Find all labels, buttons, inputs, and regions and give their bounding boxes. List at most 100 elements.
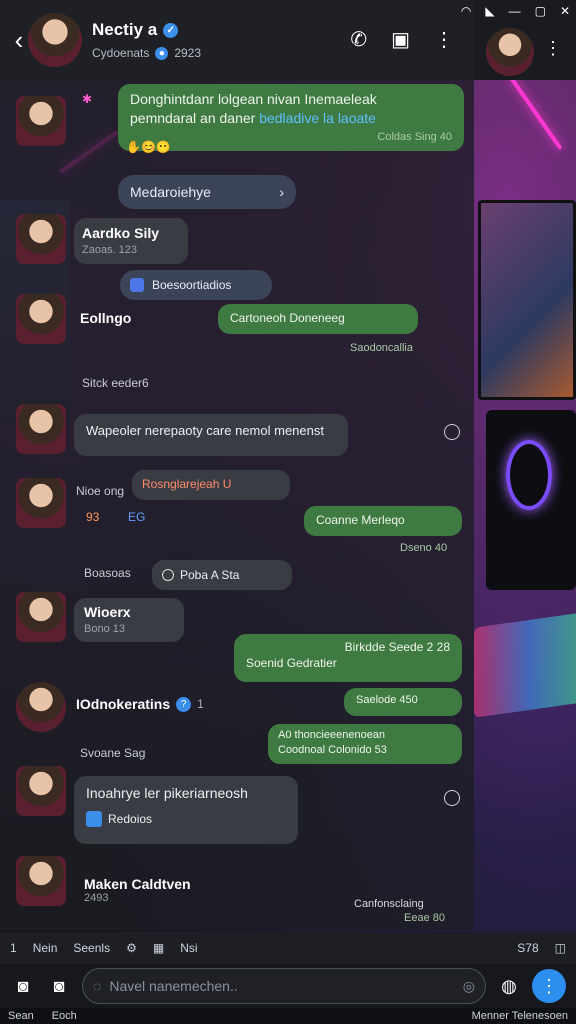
strip-label: Sean: [8, 1010, 34, 1022]
close-icon[interactable]: ✕: [560, 4, 570, 18]
system-note: Svoane Sag: [80, 746, 146, 760]
clock-icon: [162, 569, 174, 581]
maximize-icon[interactable]: ▢: [535, 4, 546, 18]
phone-icon[interactable]: ✆: [350, 30, 367, 50]
message-meta: Canfonsclaing: [354, 898, 424, 910]
verified-icon: ✓: [163, 22, 179, 38]
message-incoming[interactable]: Poba A Sta: [152, 560, 292, 590]
avatar[interactable]: [16, 682, 66, 732]
system-note: Nioe ong: [76, 484, 125, 498]
message-meta: Saodoncallia: [350, 342, 413, 354]
avatar[interactable]: [16, 592, 66, 642]
avatar[interactable]: [28, 13, 82, 67]
message-incoming[interactable]: Inoahrye ler pikeriarneosh Redoios: [74, 776, 298, 844]
avatar[interactable]: [16, 856, 66, 906]
sender-name: Wioerx: [84, 604, 131, 620]
tab-count[interactable]: 1: [10, 941, 17, 955]
chat-subtitle: Cydoenats: [92, 46, 150, 60]
message-outgoing[interactable]: Cartoneoh Doneneeg: [218, 304, 418, 334]
members-icon: ●: [155, 46, 169, 60]
sender-name: Maken Caldtven: [84, 876, 191, 892]
video-call-icon[interactable]: ▣: [391, 30, 410, 50]
wifi-icon: ◠: [460, 4, 472, 18]
avatar[interactable]: [16, 96, 66, 146]
emoji-icon[interactable]: ◎: [463, 978, 475, 995]
message-outgoing[interactable]: Coanne Merleqo: [304, 506, 462, 536]
forward-pill[interactable]: Medaroiehye ›: [118, 175, 296, 209]
right-panel-top: ◠ ◣ — ▢ ✕ ⋮: [461, 0, 576, 80]
sender-name: IOdnokeratins: [76, 696, 171, 712]
message-link[interactable]: bedladive la laoate: [259, 110, 376, 126]
sender-name: Eollngo: [80, 310, 132, 326]
background-keyboard: [474, 612, 576, 718]
message-incoming[interactable]: Rosnglarejeah U: [132, 470, 290, 500]
message-text: Donghintdanr lolgean nivan Inemaeleak: [130, 91, 377, 107]
tab-list[interactable]: Nsi: [180, 941, 197, 955]
member-count: 2923: [174, 46, 202, 60]
message-incoming[interactable]: IOdnokeratins ? 1: [76, 696, 204, 712]
check-icon: [86, 810, 102, 827]
minimize-icon[interactable]: —: [509, 4, 521, 18]
sticker-icon[interactable]: ◍: [496, 973, 522, 999]
chevron-right-icon: ›: [279, 183, 284, 200]
message-meta: Zaoas. 123: [82, 243, 138, 256]
message-meta: Saelode 450: [356, 694, 418, 706]
avatar[interactable]: [486, 28, 534, 76]
input-placeholder: Navel nanemechen..: [109, 978, 238, 994]
message-text: Birkdde Seede 2 28: [344, 640, 450, 654]
window-icon[interactable]: ◫: [555, 941, 566, 955]
signal-icon: ◣: [485, 4, 495, 18]
message-incoming[interactable]: Aardko Sily Zaoas. 123: [74, 218, 188, 264]
chat-screen: ‹ Nectiy a ✓ Cydoenats ● 2923 ✆ ▣ ⋮ ◠ ◣ — ▢…: [0, 0, 576, 1024]
tab-search[interactable]: Seenls: [73, 941, 110, 955]
avatar[interactable]: [16, 404, 66, 454]
strip-label: Menner Telenesoen: [471, 1010, 568, 1022]
message-meta: 2493: [84, 892, 109, 904]
camera-icon[interactable]: ◙: [10, 973, 36, 999]
message-outgoing[interactable]: Birkdde Seede 2 28 Soenid Gedratier: [234, 634, 462, 682]
message-input[interactable]: ◌ Navel nanemechen.. ◎: [82, 968, 486, 1004]
chat-title-block[interactable]: Nectiy a ✓ Cydoenats ● 2923: [92, 20, 201, 60]
attach-icon[interactable]: ◌: [93, 978, 101, 994]
status-bar: ◠ ◣ — ▢ ✕: [461, 4, 570, 18]
app-icon: [130, 278, 144, 292]
avatar[interactable]: [16, 294, 66, 344]
avatar[interactable]: [16, 478, 66, 528]
message-meta: Eeae 80: [404, 912, 445, 924]
message-suffix: U: [222, 477, 232, 491]
back-arrow-icon[interactable]: ‹: [10, 25, 28, 55]
message-text: A0 thoncieeenenoean: [278, 729, 386, 741]
composer: ◙ ◙ ◌ Navel nanemechen.. ◎ ◍ ⋮: [0, 964, 576, 1008]
message-text: Poba A Sta: [180, 567, 240, 582]
avatar[interactable]: [16, 214, 66, 264]
message-incoming[interactable]: Wapeoler nerepaoty care nemol menenst: [74, 414, 348, 456]
message-text: Soenid: [246, 656, 284, 671]
message-outgoing[interactable]: Saelode 450: [344, 688, 462, 716]
tab-right-count: S78: [517, 941, 539, 955]
message-text: pemndaral an daner: [130, 109, 256, 126]
rgb-fan: [506, 440, 552, 510]
message-outgoing[interactable]: A0 thoncieeenenoean Coodnoal Colonido 53: [268, 724, 462, 764]
message-incoming[interactable]: Wioerx Bono 13: [74, 598, 184, 642]
message-text: Inoahrye ler pikeriarneosh: [86, 785, 248, 801]
reactions[interactable]: ✋😊😶: [126, 140, 171, 154]
tab-bar: 1 Nein Seenls ⚙ ▦ Nsi S78 ◫: [0, 932, 576, 964]
chat-title: Nectiy a: [92, 20, 158, 39]
clock-icon: [444, 424, 460, 440]
camera-icon[interactable]: ◙: [46, 973, 72, 999]
message-meta: Dseno 40: [400, 542, 448, 554]
tab-home[interactable]: Nein: [33, 941, 58, 955]
message-incoming[interactable]: Maken Caldtven 2493: [84, 876, 191, 904]
image-icon[interactable]: ▦: [153, 941, 164, 955]
pin-icon: ✱: [82, 92, 93, 106]
message-text: Gedratier: [286, 656, 337, 671]
settings-icon[interactable]: ⚙: [126, 941, 137, 955]
more-icon[interactable]: ⋮: [544, 38, 562, 59]
send-button[interactable]: ⋮: [532, 969, 566, 1003]
tag: EG: [128, 510, 146, 524]
background-monitor: [478, 200, 576, 400]
avatar[interactable]: [16, 766, 66, 816]
chip[interactable]: Boesoortiadios: [120, 270, 272, 300]
more-icon[interactable]: ⋮: [434, 30, 454, 50]
message-text: Wapeoler nerepaoty care nemol menenst: [86, 423, 324, 438]
